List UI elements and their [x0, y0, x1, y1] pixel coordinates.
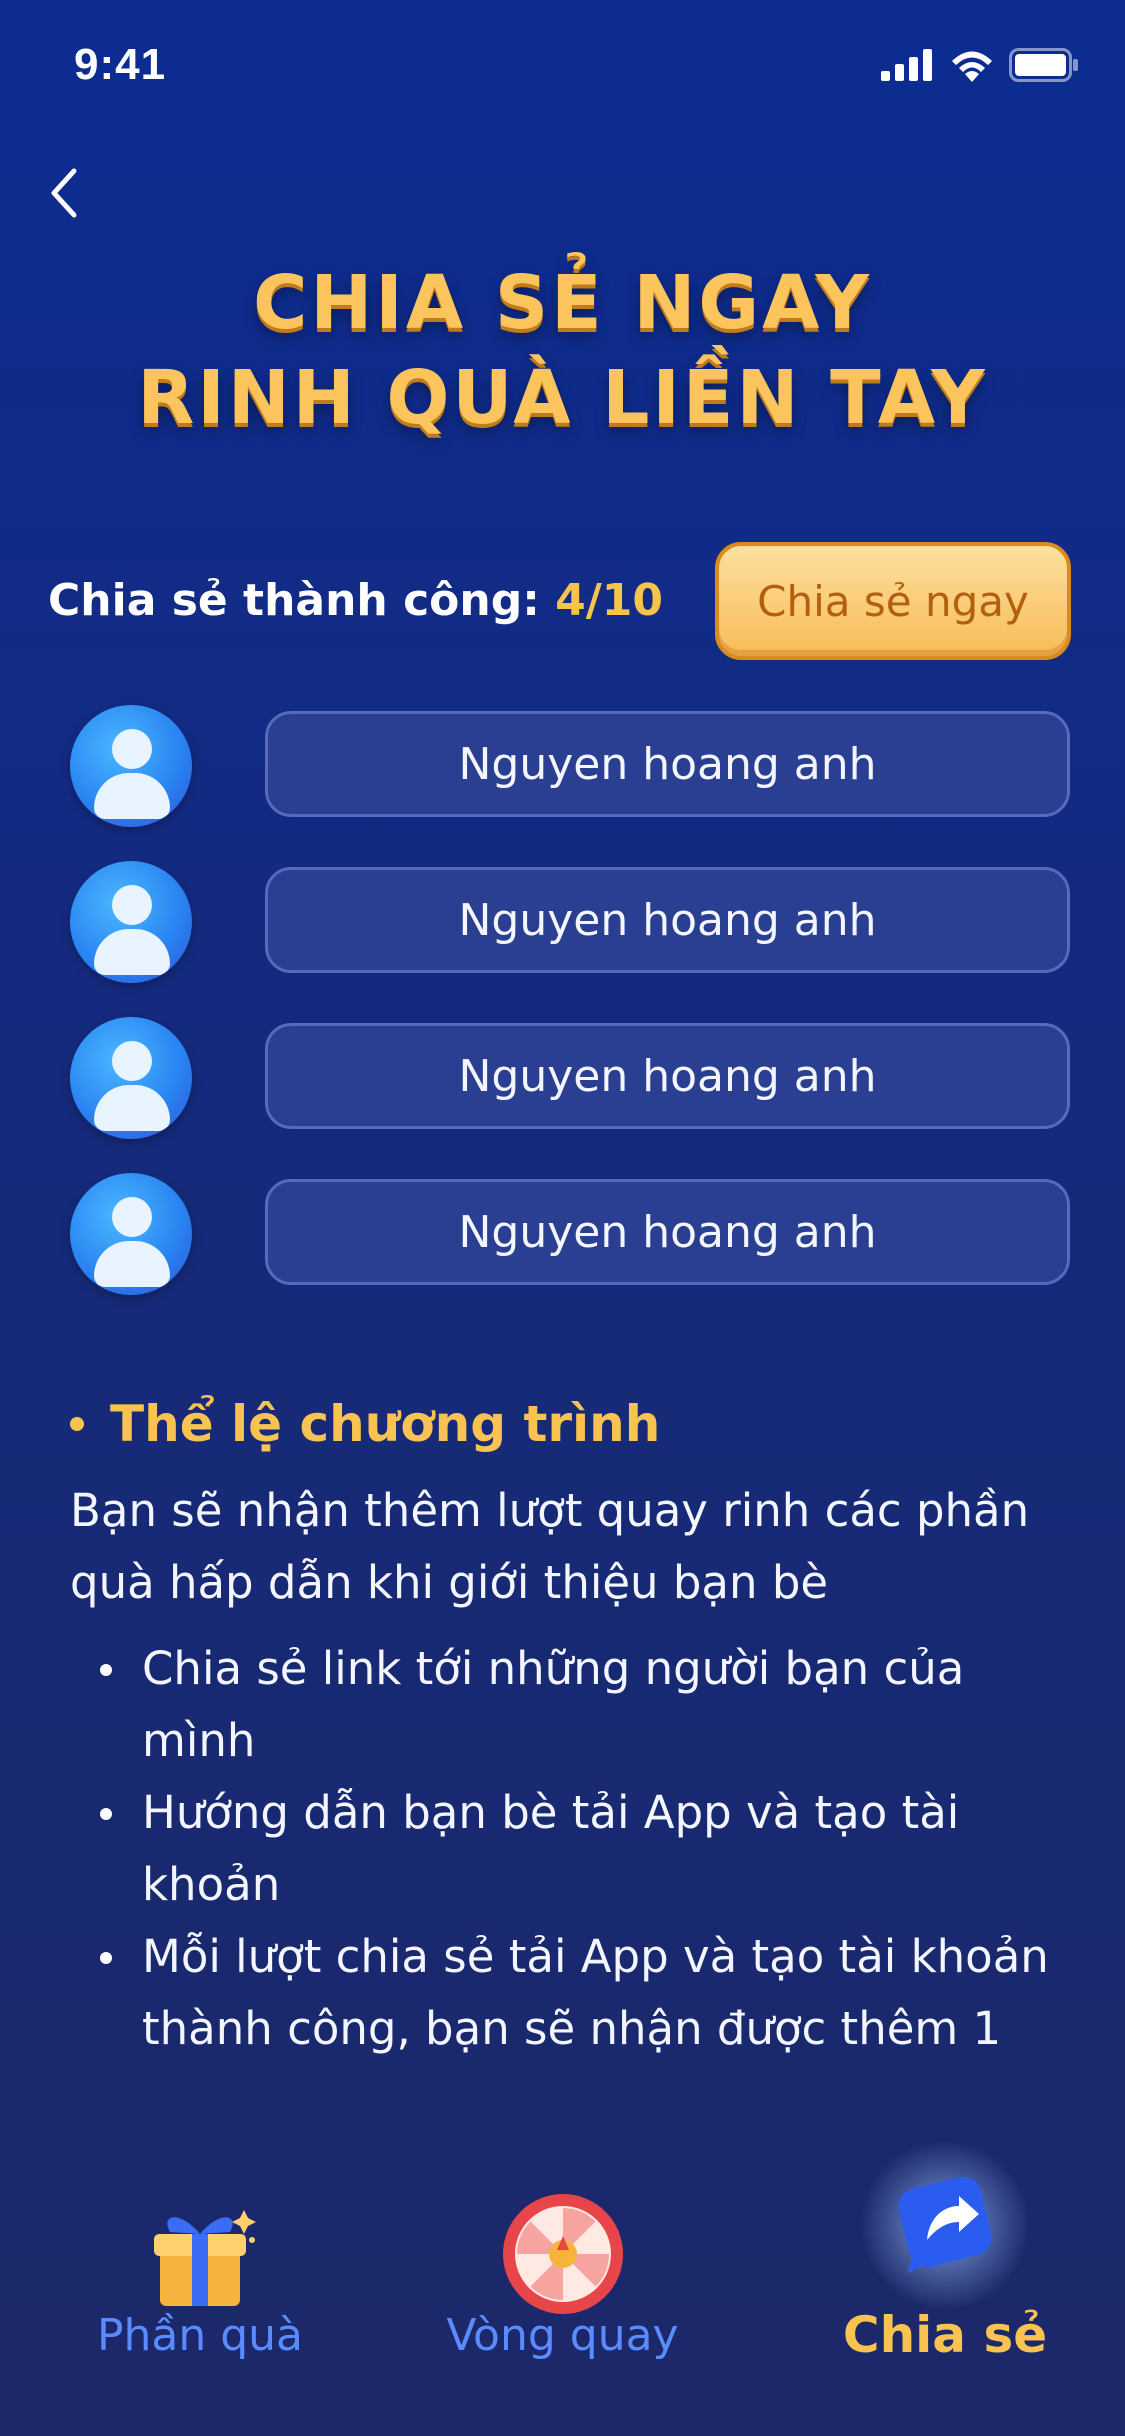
avatar [70, 1017, 192, 1139]
list-item: Nguyen hoang anh [70, 705, 1070, 861]
cellular-signal-icon [881, 49, 932, 81]
share-label-text: Chia sẻ thành công: [48, 575, 556, 626]
rules-list: Chia sẻ link tới những người bạn của mìn… [70, 1633, 1080, 2065]
wifi-icon [952, 51, 992, 82]
rules-item: Chia sẻ link tới những người bạn của mìn… [70, 1633, 1080, 1777]
tab-wheel[interactable]: Vòng quay [440, 2120, 685, 2380]
chevron-left-icon [51, 168, 77, 218]
friend-name: Nguyen hoang anh [265, 1179, 1070, 1285]
tab-label: Vòng quay [446, 2310, 679, 2361]
share-now-button[interactable]: Chia sẻ ngay [715, 542, 1071, 660]
wheel-icon [502, 2194, 623, 2314]
bullet-icon [70, 1417, 84, 1431]
page-title-line2: RINH QUÀ LIỀN TAY [137, 355, 988, 441]
list-item: Nguyen hoang anh [70, 861, 1070, 1017]
rules-heading: Thể lệ chương trình [70, 1395, 1080, 1453]
gift-icon [154, 2210, 256, 2306]
tab-label: Chia sẻ [842, 2306, 1048, 2364]
share-count: 4/10 [555, 575, 664, 626]
status-bar: 9:41 [0, 0, 1125, 135]
share-progress-row: Chia sẻ thành công: 4/10 Chia sẻ ngay [48, 542, 1077, 662]
tab-share[interactable]: Chia sẻ [830, 2120, 1060, 2380]
rules-heading-text: Thể lệ chương trình [110, 1395, 661, 1453]
rules-section: Thể lệ chương trình Bạn sẽ nhận thêm lượ… [70, 1395, 1080, 2065]
tab-gifts[interactable]: Phần quà [90, 2120, 310, 2380]
battery-icon [1009, 48, 1078, 82]
page-title-line1: CHIA SẺ NGAY [253, 260, 872, 346]
back-button[interactable] [38, 158, 88, 228]
status-time: 9:41 [74, 40, 167, 89]
friend-name: Nguyen hoang anh [265, 1023, 1070, 1129]
rules-item: Mỗi lượt chia sẻ tải App và tạo tài khoả… [70, 1921, 1080, 2065]
status-icons [881, 48, 1079, 82]
share-progress-label: Chia sẻ thành công: 4/10 [48, 575, 663, 626]
friend-name: Nguyen hoang anh [265, 711, 1070, 817]
avatar [70, 705, 192, 827]
avatar [70, 1173, 192, 1295]
share-icon [860, 2140, 1030, 2310]
list-item: Nguyen hoang anh [70, 1173, 1070, 1329]
friend-list: Nguyen hoang anh Nguyen hoang anh Nguyen… [70, 705, 1070, 1329]
avatar [70, 861, 192, 983]
bottom-tab-bar: Phần quà Vòng quay Chia sẻ [0, 2120, 1125, 2436]
list-item: Nguyen hoang anh [70, 1017, 1070, 1173]
friend-name: Nguyen hoang anh [265, 867, 1070, 973]
tab-label: Phần quà [96, 2310, 304, 2361]
rules-intro: Bạn sẽ nhận thêm lượt quay rinh các phần… [70, 1484, 1030, 1609]
rules-item: Hướng dẫn bạn bè tải App và tạo tài khoả… [70, 1777, 1080, 1921]
